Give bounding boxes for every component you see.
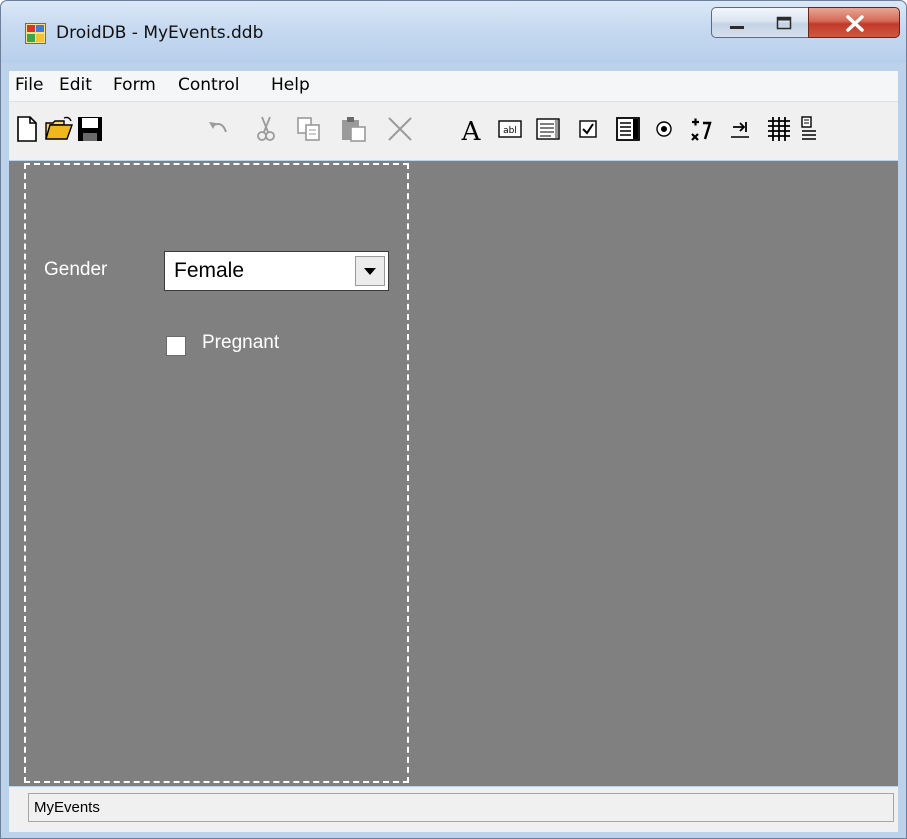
delete-icon [388, 117, 412, 141]
gender-dropdown-button[interactable] [355, 256, 385, 286]
menu-form[interactable]: Form [113, 75, 156, 95]
gender-select-value: Female [174, 259, 245, 282]
checkbox-tool-button[interactable] [573, 114, 603, 144]
minimize-button[interactable] [711, 7, 761, 38]
copy-icon [297, 117, 320, 141]
menu-help[interactable]: Help [271, 75, 310, 95]
more-tools-button[interactable] [798, 114, 828, 144]
label-tool-icon: A [461, 117, 482, 144]
open-button[interactable] [44, 114, 74, 144]
paste-icon [342, 117, 366, 142]
close-icon [846, 15, 864, 32]
cut-icon [257, 116, 275, 141]
maximize-icon [776, 16, 792, 30]
menu-control[interactable]: Control [178, 75, 239, 95]
grid-tool-button[interactable] [764, 114, 794, 144]
minimize-icon [730, 26, 744, 29]
paste-button[interactable] [339, 114, 369, 144]
undo-button[interactable] [204, 114, 234, 144]
menu-file[interactable]: File [15, 75, 43, 95]
textbox-tool-button[interactable]: abl [495, 114, 525, 144]
cut-button[interactable] [251, 114, 281, 144]
listbox-tool-icon [616, 117, 640, 141]
chevron-down-icon [364, 268, 376, 275]
new-file-icon [17, 116, 37, 142]
gender-select[interactable]: Female [164, 251, 389, 291]
open-folder-icon [45, 116, 73, 140]
grid-tool-icon [768, 117, 790, 141]
pregnant-checkbox[interactable] [166, 336, 186, 356]
status-text: MyEvents [34, 799, 100, 816]
status-panel: MyEvents [28, 793, 894, 822]
svg-text:A: A [461, 117, 482, 144]
tab-order-icon [731, 122, 749, 138]
app-window: DroidDB - MyEvents.ddb File Edit Form Co… [0, 0, 907, 839]
menu-edit[interactable]: Edit [59, 75, 92, 95]
memo-tool-button[interactable] [533, 114, 563, 144]
tab-order-button[interactable] [725, 114, 755, 144]
close-button[interactable] [808, 7, 900, 38]
spinner-tool-button[interactable] [686, 114, 716, 144]
copy-button[interactable] [294, 114, 324, 144]
checkbox-tool-icon [579, 120, 597, 138]
title-bar[interactable]: DroidDB - MyEvents.ddb [1, 1, 906, 63]
save-icon [78, 117, 102, 141]
toolbar: A abl [9, 102, 898, 160]
menu-bar: File Edit Form Control Help [9, 71, 898, 102]
save-button[interactable] [75, 114, 105, 144]
radio-tool-button[interactable] [649, 114, 679, 144]
gender-label: Gender [44, 259, 108, 280]
textbox-tool-icon: abl [498, 120, 522, 138]
radio-tool-icon [656, 121, 672, 137]
undo-icon [209, 122, 227, 133]
label-tool-button[interactable]: A [456, 114, 486, 144]
maximize-button[interactable] [760, 7, 809, 38]
more-tools-icon [801, 116, 816, 140]
new-button[interactable] [13, 114, 43, 144]
droiddb-app-icon [25, 23, 46, 44]
window-title: DroidDB - MyEvents.ddb [56, 23, 264, 43]
spinner-tool-icon [691, 118, 712, 141]
memo-tool-icon [536, 118, 560, 140]
listbox-tool-button[interactable] [613, 114, 643, 144]
svg-text:abl: abl [503, 126, 517, 136]
pregnant-label: Pregnant [202, 332, 280, 353]
delete-button[interactable] [385, 114, 415, 144]
